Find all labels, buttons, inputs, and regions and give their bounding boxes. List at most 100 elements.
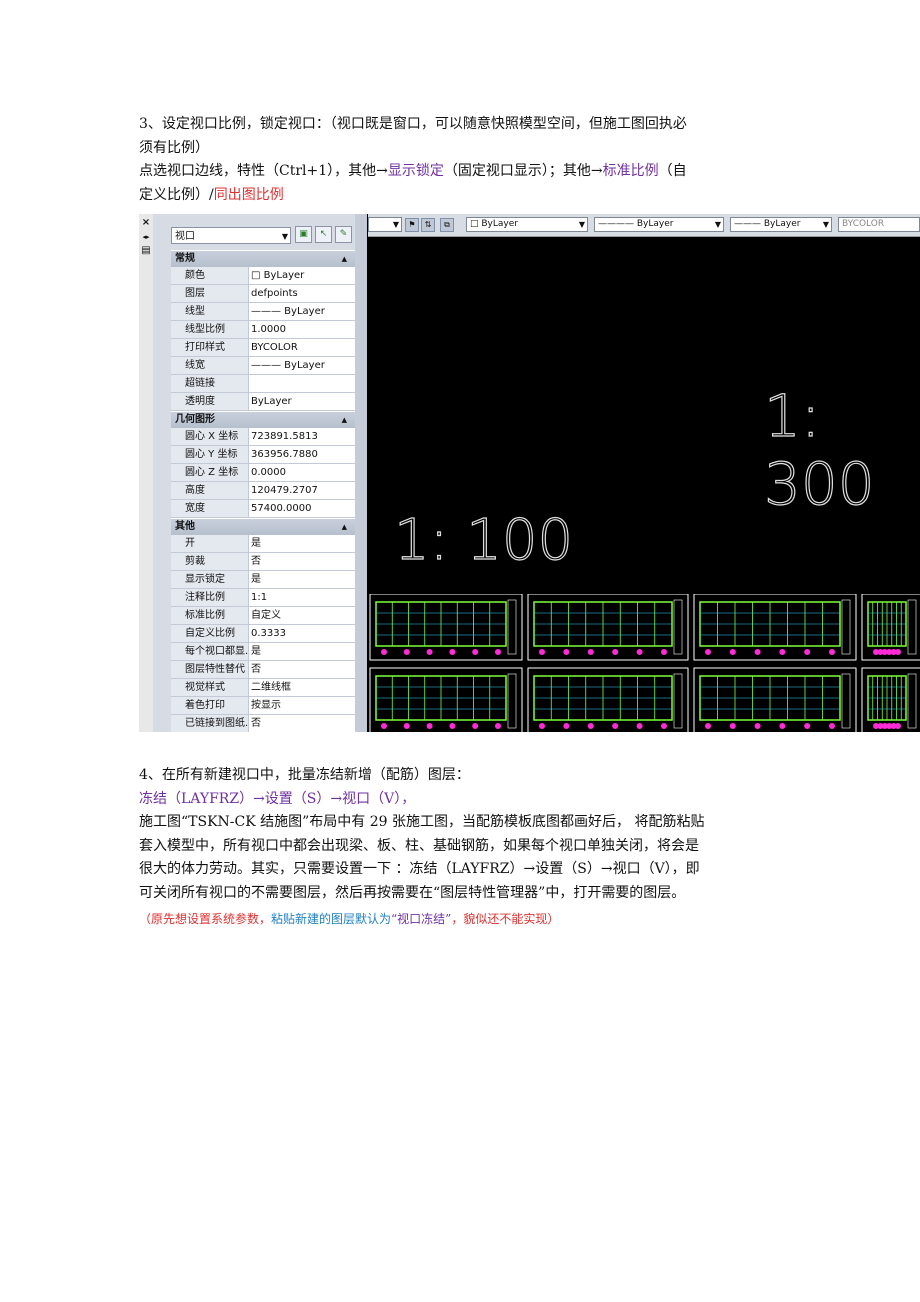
property-value[interactable]: ——— ByLayer <box>249 303 355 320</box>
axis-bubble <box>754 723 761 729</box>
property-value[interactable]: BYCOLOR <box>249 339 355 356</box>
property-name: 透明度 <box>171 393 249 410</box>
property-name: 每个视口都显... <box>171 643 249 660</box>
property-row[interactable]: 打印样式 BYCOLOR <box>171 339 355 357</box>
property-row[interactable]: 线型比例 1.0000 <box>171 321 355 339</box>
collapse-icon[interactable]: ▲ <box>342 412 347 428</box>
axis-bubble <box>403 649 410 655</box>
property-value[interactable]: 否 <box>249 661 355 678</box>
property-row[interactable]: 每个视口都显... 是 <box>171 643 355 661</box>
section-header[interactable]: 其他 ▲ <box>171 518 355 535</box>
property-row[interactable]: 超链接 <box>171 375 355 393</box>
properties-menu-icon[interactable]: ▤ <box>139 244 153 258</box>
property-row[interactable]: 宽度 57400.0000 <box>171 500 355 518</box>
property-value[interactable]: 120479.2707 <box>249 482 355 499</box>
property-value[interactable]: 按显示 <box>249 697 355 714</box>
property-value[interactable]: defpoints <box>249 285 355 302</box>
property-value[interactable] <box>249 375 355 392</box>
layer-dropdown[interactable]: ▼ <box>368 217 402 232</box>
palette-scrollbar[interactable] <box>355 214 367 732</box>
property-value[interactable]: 1.0000 <box>249 321 355 338</box>
axis-bubble <box>895 649 901 655</box>
autohide-icon[interactable]: ◂▸ <box>139 230 153 244</box>
property-name: 高度 <box>171 482 249 499</box>
axis-bubble <box>381 649 387 655</box>
linetype-dropdown[interactable]: ———— ByLayer ▼ <box>594 217 724 232</box>
toggle-pickadd-icon[interactable]: ▣ <box>295 226 312 243</box>
cad-layout-area[interactable]: ▼ ⚑ ⇅ ⧉ □ ByLayer ▼ ———— ByLayer ▼ ——— ByL… <box>368 214 920 732</box>
property-value[interactable]: □ ByLayer <box>249 267 355 284</box>
select-objects-icon[interactable]: ↖ <box>315 226 332 243</box>
color-dropdown[interactable]: □ ByLayer ▼ <box>466 217 588 232</box>
property-name: 颜色 <box>171 267 249 284</box>
property-row[interactable]: 注释比例 1:1 <box>171 589 355 607</box>
property-value[interactable]: 自定义 <box>249 607 355 624</box>
property-row[interactable]: 图层 defpoints <box>171 285 355 303</box>
quick-select-icon[interactable]: ✎ <box>335 226 352 243</box>
property-row[interactable]: 图层特性替代否 <box>171 661 355 679</box>
section-header[interactable]: 几何图形 ▲ <box>171 411 355 428</box>
close-icon[interactable]: × <box>139 216 153 230</box>
text-span: （自 <box>658 163 687 179</box>
property-row[interactable]: 线型 ——— ByLayer <box>171 303 355 321</box>
layer-previous-icon[interactable]: ⧉ <box>440 218 454 232</box>
property-row[interactable]: 自定义比例 0.3333 <box>171 625 355 643</box>
property-value[interactable]: ——— ByLayer <box>249 357 355 374</box>
scale-label-large: 1: 300 <box>763 381 875 518</box>
property-name: 线型比例 <box>171 321 249 338</box>
property-row[interactable]: 高度 120479.2707 <box>171 482 355 500</box>
axis-bubble <box>661 723 667 729</box>
property-value[interactable]: 是 <box>249 535 355 552</box>
property-value[interactable]: 0.0000 <box>249 464 355 481</box>
property-row[interactable]: 线宽 ——— ByLayer <box>171 357 355 375</box>
property-row[interactable]: 着色打印 按显示 <box>171 697 355 715</box>
property-value[interactable]: ByLayer <box>249 393 355 410</box>
property-row[interactable]: 圆心 Z 坐标 0.0000 <box>171 464 355 482</box>
property-row[interactable]: 剪裁否 <box>171 553 355 571</box>
text-span: 点选视口边线，特性（Ctrl+1），其他→ <box>139 163 388 179</box>
plotstyle-dropdown[interactable]: BYCOLOR <box>838 217 920 232</box>
property-row[interactable]: 视觉样式 二维线框 <box>171 679 355 697</box>
property-row[interactable]: 圆心 Y 坐标 363956.7880 <box>171 446 355 464</box>
axis-bubble <box>612 723 619 729</box>
layer-state-icon[interactable]: ⚑ <box>405 218 419 232</box>
property-row[interactable]: 标准比例 自定义 <box>171 607 355 625</box>
section4-line4: 套入模型中，所有视口中都会出现梁、板、柱、基础钢筋，如果每个视口单独关闭，将会是 <box>139 837 699 854</box>
title-block <box>507 599 517 655</box>
object-type-select[interactable]: 视口 ▼ <box>171 227 291 244</box>
layer-match-icon[interactable]: ⇅ <box>421 218 435 232</box>
property-value[interactable]: 是 <box>249 643 355 660</box>
property-row[interactable]: 显示锁定是 <box>171 571 355 589</box>
property-value[interactable]: 363956.7880 <box>249 446 355 463</box>
axis-bubble <box>472 649 479 655</box>
property-row[interactable]: 开是 <box>171 535 355 553</box>
title-block <box>507 673 517 729</box>
properties-toolbar: ▼ ⚑ ⇅ ⧉ □ ByLayer ▼ ———— ByLayer ▼ ——— ByL… <box>368 214 920 237</box>
axis-bubble <box>779 649 786 655</box>
section-header[interactable]: 常规 ▲ <box>171 250 355 267</box>
axis-bubble <box>449 723 456 729</box>
axis-bubble <box>563 649 570 655</box>
property-value[interactable]: 否 <box>249 553 355 570</box>
property-value[interactable]: 二维线框 <box>249 679 355 696</box>
property-row[interactable]: 圆心 X 坐标 723891.5813 <box>171 428 355 446</box>
lineweight-dropdown[interactable]: ——— ByLayer ▼ <box>730 217 832 232</box>
property-row[interactable]: 已链接到图纸... 否 <box>171 715 355 732</box>
property-row[interactable]: 颜色 □ ByLayer <box>171 267 355 285</box>
property-value[interactable]: 是 <box>249 571 355 588</box>
property-value[interactable]: 57400.0000 <box>249 500 355 517</box>
chevron-down-icon: ▼ <box>281 232 288 241</box>
axis-bubble <box>539 649 545 655</box>
property-row[interactable]: 透明度 ByLayer <box>171 393 355 411</box>
collapse-icon[interactable]: ▲ <box>342 251 347 267</box>
property-value[interactable]: 否 <box>249 715 355 732</box>
lineweight-value: ——— ByLayer <box>734 219 801 229</box>
property-value[interactable]: 723891.5813 <box>249 428 355 445</box>
property-value[interactable]: 1:1 <box>249 589 355 606</box>
title-block <box>841 673 851 729</box>
section4-line1: 4、在所有新建视口中，批量冻结新增（配筋）图层： <box>139 767 470 783</box>
collapse-icon[interactable]: ▲ <box>342 519 347 535</box>
property-name: 图层 <box>171 285 249 302</box>
section4-line3: 施工图“TSKN-CK 结施图”布局中有 29 张施工图，当配筋模板底图都画好后… <box>139 814 705 830</box>
property-value[interactable]: 0.3333 <box>249 625 355 642</box>
